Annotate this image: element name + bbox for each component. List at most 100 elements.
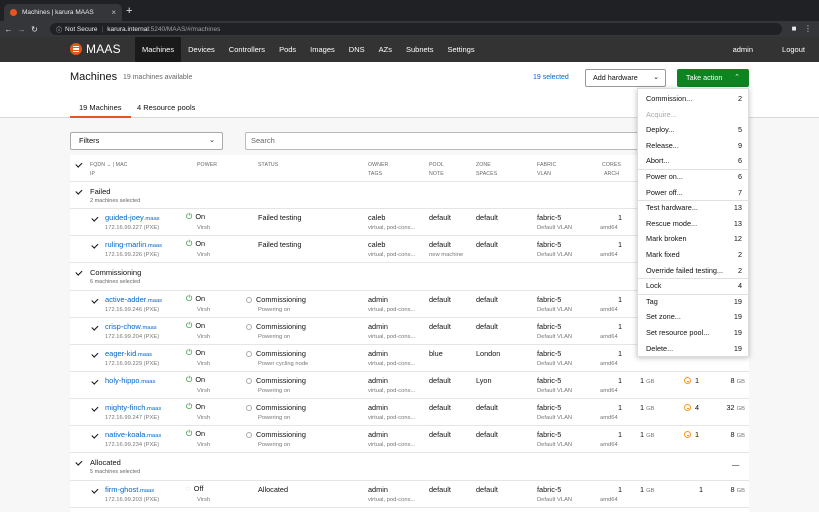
group-checkbox[interactable]	[75, 459, 82, 466]
nav-subnets[interactable]: Subnets	[399, 37, 441, 62]
spaces-header[interactable]: SPACES	[476, 171, 497, 177]
machine-checkbox[interactable]	[91, 351, 98, 358]
group-checkbox[interactable]	[75, 269, 82, 276]
machine-zone[interactable]: default	[476, 295, 498, 304]
machine-pool[interactable]: default	[429, 485, 451, 494]
action-tag[interactable]: Tag 19	[638, 294, 750, 310]
table-row[interactable]: native-koala.maas 172.16.99.234 (PXE) ⏻ On V…	[70, 426, 749, 453]
action-delete[interactable]: Delete... 19	[638, 341, 750, 357]
note-header[interactable]: NOTE	[429, 171, 444, 177]
machine-checkbox[interactable]	[91, 378, 98, 385]
machine-power[interactable]: ⏻ On	[186, 348, 205, 358]
machine-checkbox[interactable]	[91, 487, 98, 494]
machine-checkbox[interactable]	[91, 215, 98, 222]
machine-power[interactable]: ⏻ On	[186, 212, 205, 222]
table-row[interactable]: mighty-finch.maas 172.16.99.247 (PXE) ⏻ On V…	[70, 399, 749, 426]
table-row[interactable]: firm-ghost.maas 172.16.99.203 (PXE) ◌ Off Vi…	[70, 481, 749, 508]
machine-zone[interactable]: default	[476, 430, 498, 439]
tags-header[interactable]: TAGS	[368, 171, 382, 177]
nav-settings[interactable]: Settings	[441, 37, 482, 62]
collapse-toggle[interactable]: —	[732, 460, 739, 469]
user-link[interactable]: admin	[733, 37, 753, 62]
nav-azs[interactable]: AZs	[372, 37, 399, 62]
action-mark-fixed[interactable]: Mark fixed 2	[638, 247, 750, 263]
nav-dns[interactable]: DNS	[342, 37, 372, 62]
power-header[interactable]: POWER	[197, 162, 217, 168]
machine-pool[interactable]: default	[429, 376, 451, 385]
machine-fqdn-link[interactable]: mighty-finch.maas	[105, 403, 161, 412]
machine-pool[interactable]: blue	[429, 349, 443, 358]
machine-checkbox[interactable]	[91, 432, 98, 439]
tab-resource-pools[interactable]: 4 Resource pools	[137, 98, 195, 118]
action-power-off[interactable]: Power off... 7	[638, 185, 750, 201]
machine-pool[interactable]: default	[429, 403, 451, 412]
machine-zone[interactable]: default	[476, 322, 498, 331]
close-tab-icon[interactable]: ×	[111, 8, 116, 17]
machine-fqdn-link[interactable]: active-adder.maas	[105, 295, 162, 304]
machine-power[interactable]: ⏻ On	[186, 375, 205, 385]
action-deploy[interactable]: Deploy... 5	[638, 122, 750, 138]
machine-fqdn-link[interactable]: crisp-chow.maas	[105, 322, 157, 331]
machine-pool[interactable]: default	[429, 430, 451, 439]
table-row[interactable]: holy-hippo.maas ⏻ On Virsh Commissioning Powe…	[70, 372, 749, 399]
machine-zone[interactable]: default	[476, 213, 498, 222]
machine-power[interactable]: ⏻ On	[186, 239, 205, 249]
status-header[interactable]: STATUS	[258, 162, 278, 168]
machine-power[interactable]: ⏻ On	[186, 429, 205, 439]
machine-fqdn-link[interactable]: ruling-marlin.maas	[105, 240, 162, 249]
machine-power[interactable]: ⏻ On	[186, 321, 205, 331]
machine-pool[interactable]: default	[429, 213, 451, 222]
action-mark-broken[interactable]: Mark broken 12	[638, 231, 750, 247]
fabric-header[interactable]: FABRIC	[537, 162, 556, 168]
arch-header[interactable]: ARCH	[604, 171, 619, 177]
tab-machines[interactable]: 19 Machines	[70, 98, 131, 118]
machine-pool[interactable]: default	[429, 295, 451, 304]
action-power-on[interactable]: Power on... 6	[638, 169, 750, 185]
machine-checkbox[interactable]	[91, 405, 98, 412]
maas-logo[interactable]: MAAS	[70, 42, 121, 56]
cores-header[interactable]: CORES	[602, 162, 621, 168]
pool-header[interactable]: POOL	[429, 162, 444, 168]
machine-fqdn-link[interactable]: guided-joey.maas	[105, 213, 160, 222]
action-abort[interactable]: Abort... 6	[638, 153, 750, 169]
select-all-checkbox[interactable]	[75, 161, 82, 168]
nav-controllers[interactable]: Controllers	[222, 37, 272, 62]
vlan-header[interactable]: VLAN	[537, 171, 551, 177]
machine-checkbox[interactable]	[91, 297, 98, 304]
action-set-resource-pool[interactable]: Set resource pool... 19	[638, 325, 750, 341]
machine-checkbox[interactable]	[91, 324, 98, 331]
browser-menu-icon[interactable]: ⋮	[802, 23, 814, 35]
machine-checkbox[interactable]	[91, 242, 98, 249]
action-commission[interactable]: Commission... 2	[638, 91, 750, 107]
machine-zone[interactable]: London	[476, 349, 500, 358]
machine-pool[interactable]: default	[429, 240, 451, 249]
action-set-zone[interactable]: Set zone... 19	[638, 309, 750, 325]
extension-icon[interactable]: ■	[788, 23, 800, 35]
group-name[interactable]: Commissioning	[90, 268, 141, 277]
info-icon[interactable]: ⓘ	[56, 25, 62, 34]
owner-header[interactable]: OWNER	[368, 162, 388, 168]
group-checkbox[interactable]	[75, 188, 82, 195]
action-lock[interactable]: Lock 4	[638, 278, 750, 294]
zone-header[interactable]: ZONE	[476, 162, 491, 168]
machine-pool[interactable]: default	[429, 322, 451, 331]
address-bar[interactable]: ⓘ Not Secure | karura.internal:5240/MAAS…	[50, 23, 782, 35]
add-hardware-button[interactable]: Add hardware ⌄	[585, 69, 666, 87]
browser-tab[interactable]: Machines | karura MAAS ×	[4, 4, 122, 21]
new-tab-icon[interactable]: +	[126, 4, 132, 19]
machine-zone[interactable]: default	[476, 403, 498, 412]
machine-zone[interactable]: default	[476, 240, 498, 249]
logout-link[interactable]: Logout	[782, 37, 805, 62]
machine-fqdn-link[interactable]: firm-ghost.maas	[105, 485, 154, 494]
ip-header[interactable]: IP	[90, 171, 95, 177]
take-action-button[interactable]: Take action ⌃	[677, 69, 749, 87]
fqdn-header[interactable]: FQDN ⌄ | MAC	[90, 162, 127, 168]
forward-icon[interactable]: →	[15, 25, 28, 34]
machine-power[interactable]: ◌ Off	[186, 484, 203, 493]
machine-fqdn-link[interactable]: native-koala.maas	[105, 430, 161, 439]
machine-zone[interactable]: default	[476, 485, 498, 494]
group-name[interactable]: Failed	[90, 187, 110, 196]
reload-icon[interactable]: ↻	[28, 25, 41, 34]
nav-devices[interactable]: Devices	[181, 37, 222, 62]
nav-images[interactable]: Images	[303, 37, 342, 62]
